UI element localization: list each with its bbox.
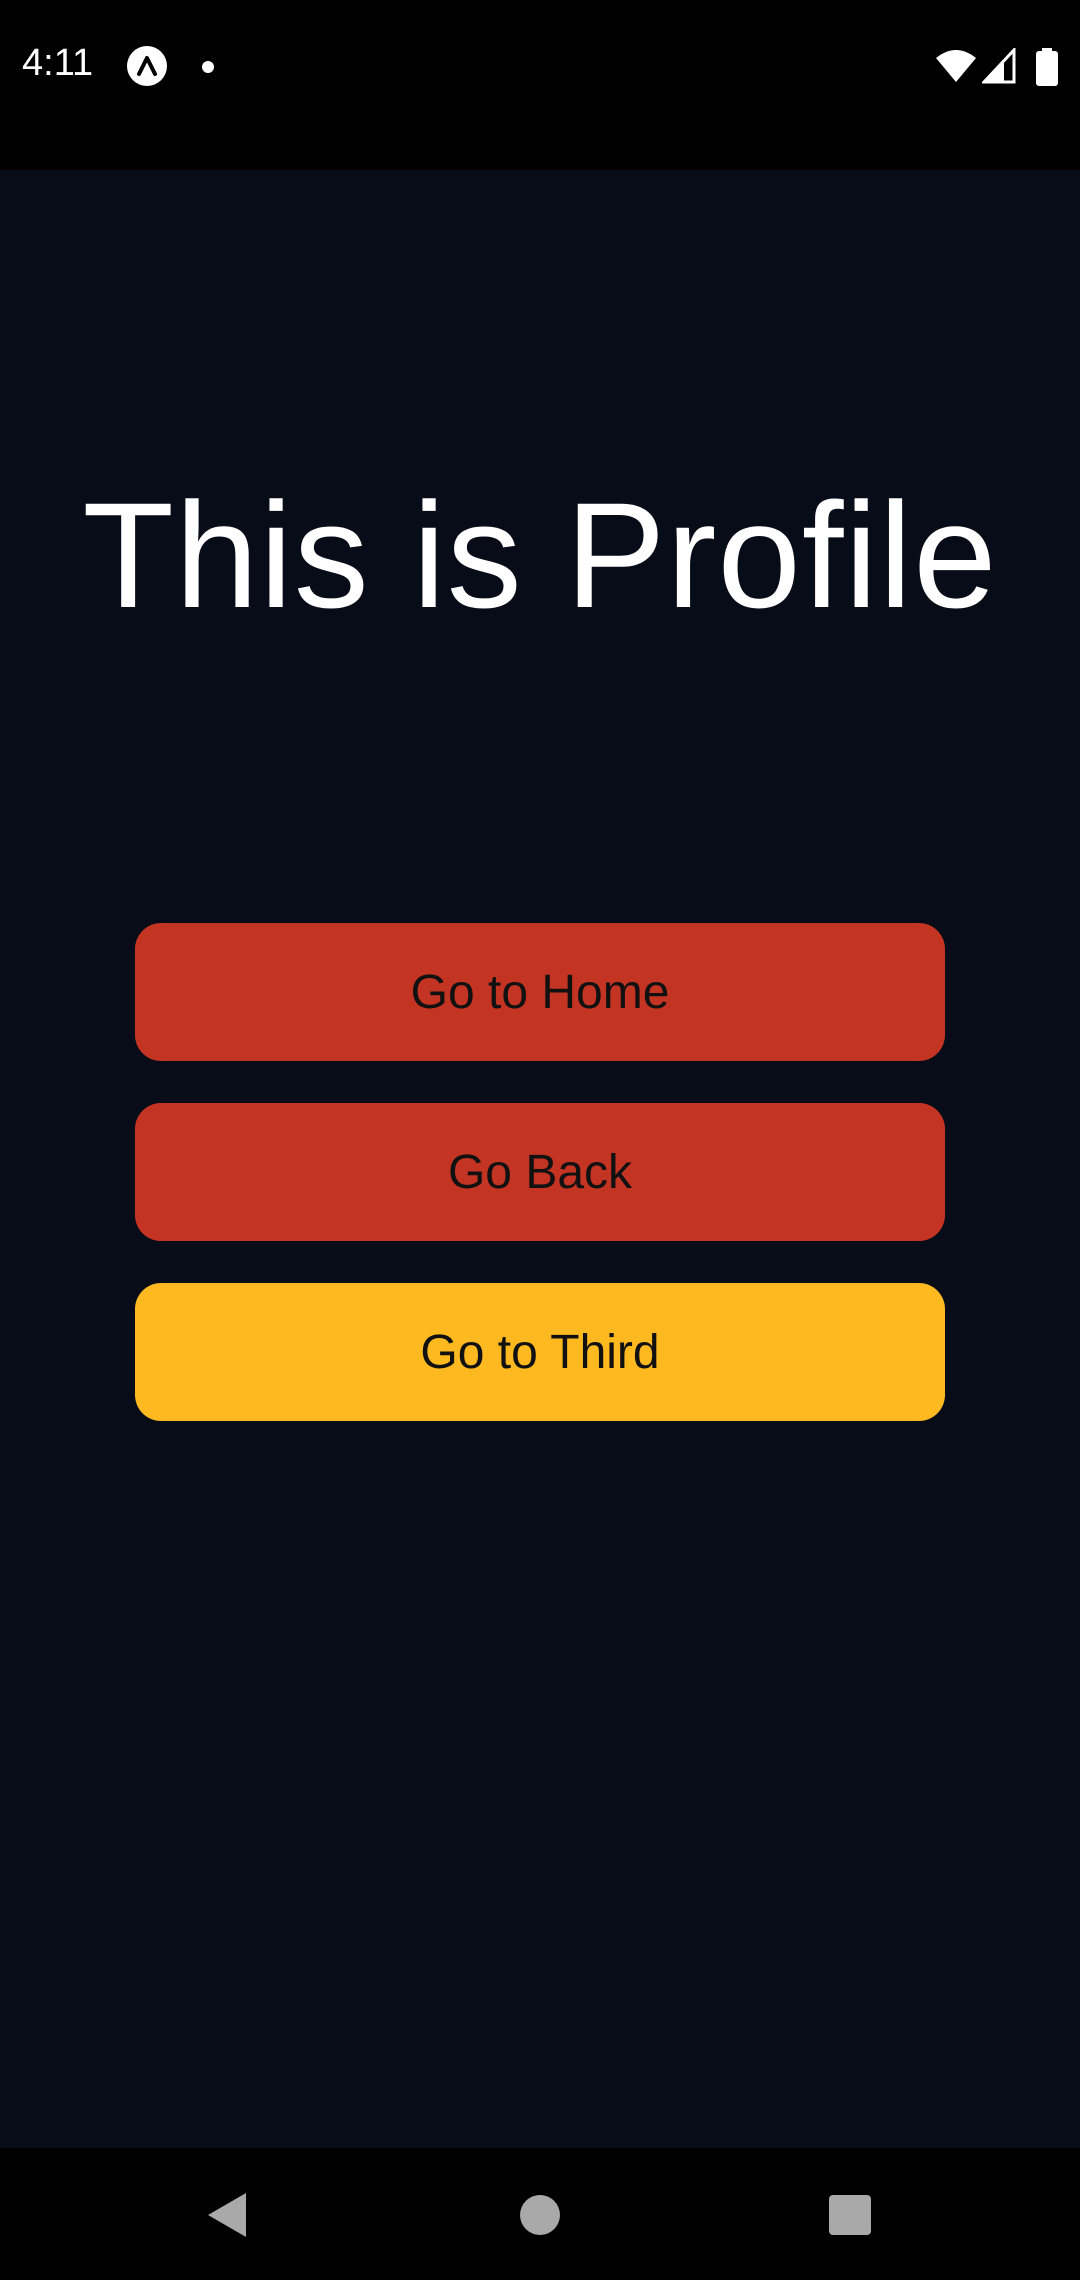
battery-icon (1036, 48, 1058, 86)
status-bar: 4:11 (0, 0, 1080, 170)
nav-back-icon[interactable] (204, 2190, 250, 2240)
signal-icon (982, 48, 1016, 84)
notification-dot-icon (202, 61, 214, 73)
status-time: 4:11 (22, 42, 94, 84)
screen: 4:11 This is Profile Go to Home Go Back … (0, 0, 1080, 2280)
page-title: This is Profile (82, 471, 998, 639)
nav-home-icon[interactable] (520, 2195, 560, 2235)
go-to-third-label: Go to Third (420, 1325, 660, 1379)
go-back-label: Go Back (447, 1145, 633, 1199)
wifi-icon (936, 50, 976, 82)
go-back-button[interactable]: Go Back (135, 1103, 945, 1241)
nav-recents-icon[interactable] (829, 2195, 871, 2235)
navigation-bar (0, 2148, 1080, 2280)
go-to-third-button[interactable]: Go to Third (135, 1283, 945, 1421)
go-to-home-label: Go to Home (410, 965, 670, 1019)
expo-icon (127, 46, 167, 86)
go-to-home-button[interactable]: Go to Home (135, 923, 945, 1061)
